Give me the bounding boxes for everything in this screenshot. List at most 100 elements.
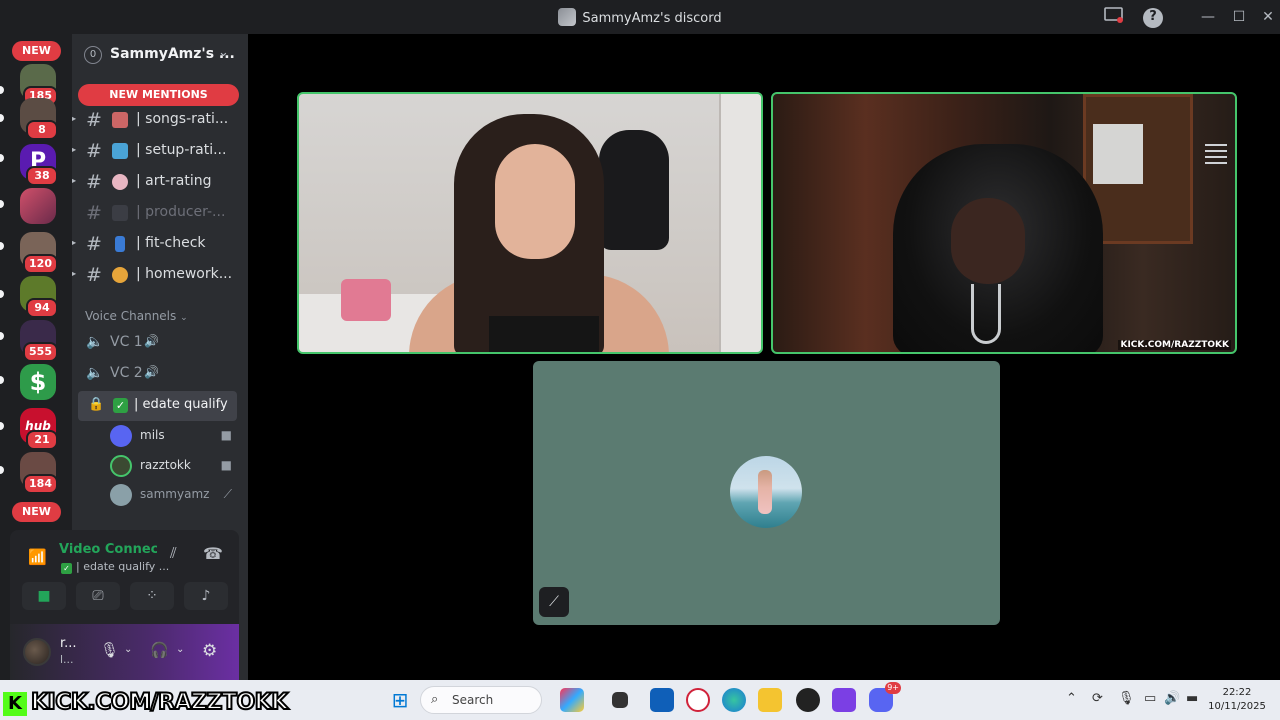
- mic-muted-icon[interactable]: ⟋: [539, 587, 569, 617]
- signal-icon[interactable]: 📶: [28, 548, 47, 566]
- video-tile[interactable]: ⟋: [533, 361, 1000, 625]
- channel-item[interactable]: ▶ # | songs-rati...: [72, 106, 248, 134]
- channel-label: | art-rating: [136, 173, 212, 189]
- disconnect-icon[interactable]: ☎: [203, 544, 223, 563]
- discord-app: SammyAmz's discord ? — ☐ ✕ NEW 185 8 P 38…: [0, 0, 1280, 720]
- video-frame-detail: [341, 279, 391, 321]
- screen-share-icon[interactable]: [1102, 6, 1126, 28]
- server-item[interactable]: P 38: [20, 144, 58, 186]
- voice-member[interactable]: mils ■: [110, 424, 240, 448]
- voice-member[interactable]: sammyamz ⟋: [110, 483, 240, 507]
- unread-caret-icon: ▶: [72, 145, 77, 154]
- server-item[interactable]: 120: [20, 232, 58, 274]
- channel-label: | producer-...: [136, 204, 226, 220]
- chevron-down-icon[interactable]: ⌄: [176, 644, 184, 655]
- activities-button[interactable]: ⁘: [130, 582, 174, 610]
- volume-icon[interactable]: 🔊: [1164, 691, 1180, 706]
- chevron-down-icon: ⌄: [180, 313, 188, 323]
- hash-icon: #: [86, 202, 102, 224]
- voice-status-subtitle[interactable]: ✓ | edate qualify ...: [61, 560, 169, 574]
- camera-button[interactable]: ■: [22, 582, 66, 610]
- channel-item[interactable]: ▶ # | homework...: [72, 261, 248, 289]
- active-voice-channel[interactable]: 🔒 ✓ | edate qualify: [78, 391, 237, 421]
- server-item[interactable]: [20, 188, 56, 224]
- unread-caret-icon: ▶: [72, 269, 77, 278]
- app-icon[interactable]: [832, 688, 856, 712]
- server-icon: [558, 8, 577, 26]
- avatar: [730, 456, 802, 528]
- jeans-icon: [115, 236, 125, 252]
- unread-pill: [0, 154, 4, 162]
- chevron-down-icon[interactable]: ⌄: [124, 644, 132, 655]
- display-icon[interactable]: ▭: [1144, 691, 1156, 706]
- close-icon[interactable]: ✕: [1256, 6, 1280, 28]
- battery-icon[interactable]: ▬: [1186, 691, 1198, 706]
- voice-channel-item[interactable]: 🔈 VC 1 🔊: [72, 329, 248, 357]
- voice-channel-item[interactable]: 🔈 VC 2 🔊: [72, 360, 248, 388]
- server-avatar: $: [20, 364, 56, 400]
- server-item[interactable]: 8: [20, 98, 58, 140]
- unread-caret-icon: ▶: [72, 238, 77, 247]
- video-frame-detail: [489, 316, 599, 352]
- server-item[interactable]: $: [20, 364, 56, 400]
- video-frame-detail: [971, 284, 1001, 344]
- minimize-icon[interactable]: —: [1196, 6, 1220, 28]
- file-explorer-icon[interactable]: [758, 688, 782, 712]
- avatar: [110, 484, 132, 506]
- clock-date: 10/11/2025: [1208, 701, 1266, 712]
- member-name: razztokk: [140, 458, 191, 472]
- chevron-up-icon[interactable]: ⌃: [1066, 691, 1077, 706]
- sync-icon[interactable]: ⟳: [1092, 691, 1103, 706]
- soundboard-button[interactable]: ♪: [184, 582, 228, 610]
- copilot-widget-icon[interactable]: [560, 688, 584, 712]
- channel-item[interactable]: ▶ # | setup-rati...: [72, 137, 248, 165]
- stream-chat-overlay: [1205, 144, 1229, 168]
- server-item[interactable]: 184: [20, 452, 58, 494]
- headphones-icon[interactable]: 🎧: [150, 641, 169, 659]
- opera-icon[interactable]: [686, 688, 710, 712]
- camera-icon: ■: [220, 458, 232, 472]
- system-clock[interactable]: 22:22 10/11/2025: [1206, 686, 1268, 714]
- server-item[interactable]: 555: [20, 320, 58, 362]
- video-tile[interactable]: [297, 92, 763, 354]
- gear-icon[interactable]: ⚙: [202, 641, 217, 661]
- help-icon[interactable]: ?: [1143, 8, 1163, 28]
- unread-pill: [0, 200, 4, 208]
- mention-badge: 38: [26, 166, 58, 186]
- new-mentions-banner[interactable]: NEW MENTIONS: [78, 84, 239, 106]
- voice-member[interactable]: razztokk ■: [110, 454, 240, 478]
- mention-badge: 8: [26, 120, 58, 140]
- server-header[interactable]: 0 SammyAmz's ... ⌄: [72, 34, 248, 78]
- new-unreads-bottom-pill[interactable]: NEW: [12, 502, 61, 522]
- channel-item[interactable]: ▶ # | fit-check: [72, 230, 248, 258]
- maximize-icon[interactable]: ☐: [1227, 6, 1251, 28]
- edge-icon[interactable]: [722, 688, 746, 712]
- server-item[interactable]: 185: [20, 64, 58, 106]
- discord-taskbar-icon[interactable]: 9+: [869, 682, 901, 712]
- store-icon[interactable]: [650, 688, 674, 712]
- unread-pill: [0, 114, 4, 122]
- screen-share-button[interactable]: ⎚: [76, 582, 120, 610]
- noise-suppression-icon[interactable]: ⫽: [170, 544, 177, 562]
- voice-channels-header[interactable]: Voice Channels ⌄: [85, 309, 188, 323]
- video-tile[interactable]: KICK.COM/RAZZTOKK: [771, 92, 1237, 354]
- video-stage: KICK.COM/RAZZTOKK ⟋: [248, 34, 1280, 680]
- taskbar-search[interactable]: ⌕ Search: [420, 686, 542, 714]
- unread-pill: [0, 290, 4, 298]
- channel-item[interactable]: # | producer-...: [72, 199, 248, 227]
- speaker-icon: 🔊: [144, 365, 159, 379]
- obs-icon[interactable]: [796, 688, 820, 712]
- microphone-icon[interactable]: 🎙: [1118, 691, 1135, 706]
- channel-item[interactable]: ▶ # | art-rating: [72, 168, 248, 196]
- new-unreads-top-pill[interactable]: NEW: [12, 41, 61, 61]
- unread-caret-icon: ▶: [72, 176, 77, 185]
- kick-watermark: KICK.COM/RAZZTOKK: [1118, 340, 1231, 350]
- microphone-icon[interactable]: 🎙: [100, 641, 119, 659]
- task-view-icon[interactable]: [612, 692, 628, 708]
- server-item[interactable]: hub 21: [20, 408, 58, 450]
- server-item[interactable]: 94: [20, 276, 58, 318]
- camera-icon: ■: [220, 428, 232, 442]
- avatar[interactable]: [23, 638, 51, 666]
- palette-icon: [112, 174, 128, 190]
- windows-start-icon[interactable]: ⊞: [388, 688, 412, 712]
